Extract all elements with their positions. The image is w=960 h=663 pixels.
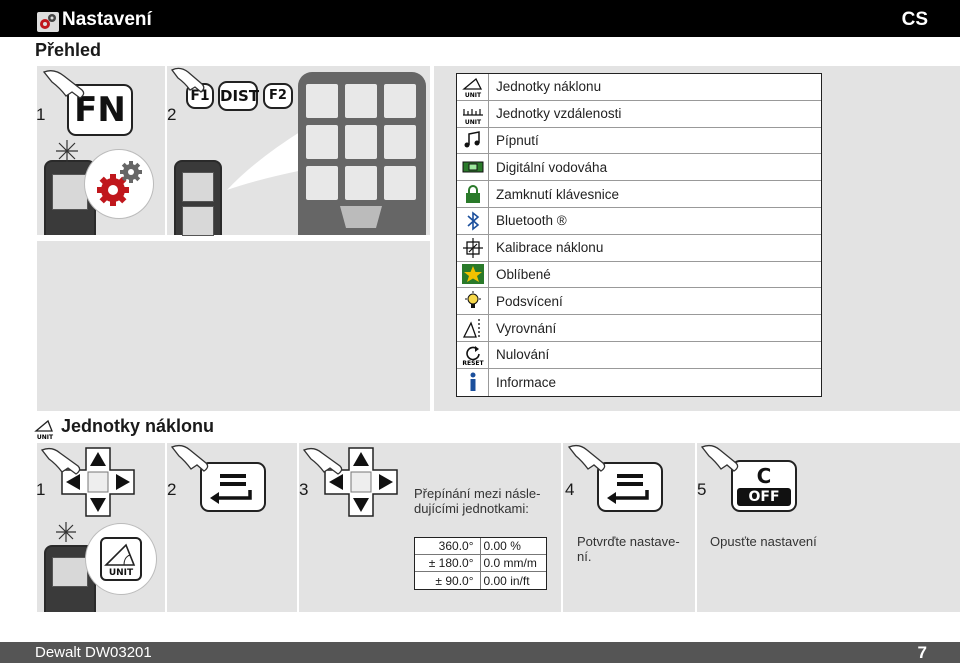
unit-key[interactable]: UNIT <box>100 537 142 581</box>
distance-unit-icon: UNIT <box>457 100 489 127</box>
finger-icon <box>40 447 81 475</box>
menu-item[interactable]: Vyrovnání <box>457 315 821 342</box>
overview-heading: Přehled <box>35 40 102 60</box>
menu-item[interactable]: Informace <box>457 368 821 396</box>
svg-text:RESET: RESET <box>462 360 484 366</box>
star-icon <box>457 261 489 288</box>
page-title: Nastavení <box>62 9 152 30</box>
angle-value: ± 180.0° <box>415 555 481 571</box>
overview-panel-blank <box>37 241 430 411</box>
angle-unit-icon: UNIT <box>34 419 54 440</box>
slope-value: 0.0 mm/m <box>483 556 537 570</box>
menu-item-label: Digitální vodováha <box>496 159 608 175</box>
finger-icon <box>170 444 209 472</box>
menu-item-label: Podsvícení <box>496 293 563 309</box>
angle-value: 360.0° <box>415 538 481 554</box>
unit-key-label: UNIT <box>108 568 134 578</box>
keypad-grid <box>298 72 426 235</box>
tilt-calibration-icon <box>457 234 489 261</box>
settings-callout <box>85 150 153 218</box>
menu-item[interactable]: Zamknutí klávesnice <box>457 181 821 208</box>
f2-key[interactable]: F2 <box>263 83 293 109</box>
device-illustration <box>174 160 222 236</box>
top-bar: Nastavení CS <box>0 0 960 37</box>
menu-item[interactable]: Oblíbené <box>457 261 821 289</box>
svg-text:UNIT: UNIT <box>464 92 481 98</box>
table-row: ± 180.0° 0.0 mm/m <box>415 555 546 572</box>
language-code: CS <box>901 9 928 30</box>
step-number: 4 <box>565 480 575 499</box>
lock-icon <box>457 181 489 207</box>
bulb-icon <box>457 288 489 315</box>
step-number: 2 <box>167 105 177 124</box>
laser-icon <box>56 140 78 162</box>
finger-icon <box>171 67 205 93</box>
menu-item-label: Jednotky náklonu <box>496 79 602 95</box>
finger-icon <box>302 447 343 475</box>
page-number: 7 <box>917 643 927 662</box>
finger-icon <box>567 444 606 472</box>
model-name: Dewalt DW03201 <box>35 644 152 661</box>
menu-item[interactable]: RESET Nulování <box>457 341 821 369</box>
step-number: 1 <box>36 105 46 124</box>
footer-bar: Dewalt DW03201 7 <box>0 642 960 663</box>
menu-item-label: Jednotky vzdálenosti <box>496 106 622 122</box>
off-key-label: OFF <box>737 488 791 506</box>
settings-menu-table: UNIT Jednotky náklonu UNIT Jednotky vzdálen… <box>456 73 822 397</box>
menu-item[interactable]: Bluetooth ® <box>457 207 821 235</box>
units-table: 360.0° 0.00 % ± 180.0° 0.0 mm/m ± 90.0° 0.00 … <box>414 537 547 590</box>
table-row: ± 90.0° 0.00 in/ft <box>415 572 546 589</box>
music-note-icon <box>457 127 489 154</box>
toggle-description: Přepínání mezi násle-dujícími jednotkami… <box>414 486 541 516</box>
settings-gears-icon <box>97 161 142 206</box>
menu-item-label: Oblíbené <box>496 266 551 282</box>
menu-item-label: Vyrovnání <box>496 320 557 336</box>
menu-item[interactable]: UNIT Jednotky náklonu <box>457 74 821 101</box>
reset-icon: RESET <box>457 341 489 368</box>
menu-item[interactable]: Pípnutí <box>457 127 821 155</box>
callout-tail <box>227 130 303 190</box>
step-number: 5 <box>697 480 707 499</box>
svg-text:UNIT: UNIT <box>464 119 481 125</box>
menu-item-label: Pípnutí <box>496 132 539 148</box>
laser-icon <box>56 522 76 542</box>
table-row: 360.0° 0.00 % <box>415 538 546 555</box>
exit-description: Opusťte nastavení <box>710 534 817 549</box>
step-number: 3 <box>299 480 309 499</box>
tilt-units-heading: Jednotky náklonu <box>61 416 215 436</box>
alignment-icon <box>457 315 489 341</box>
info-icon <box>457 368 489 396</box>
menu-item-label: Kalibrace náklonu <box>496 240 604 256</box>
step-number: 2 <box>167 480 177 499</box>
confirm-description: Potvrďte nastave-ní. <box>577 534 680 564</box>
angle-value: ± 90.0° <box>415 572 481 589</box>
menu-item[interactable]: UNIT Jednotky vzdálenosti <box>457 100 821 128</box>
menu-item-label: Informace <box>496 374 557 390</box>
menu-item-label: Bluetooth ® <box>496 213 567 229</box>
angle-unit-icon: UNIT <box>457 74 489 100</box>
dist-key[interactable]: DIST <box>218 81 259 111</box>
finger-icon <box>42 70 85 99</box>
menu-item-label: Nulování <box>496 347 550 363</box>
bluetooth-icon <box>457 207 489 234</box>
svg-text:UNIT: UNIT <box>37 434 54 440</box>
slope-value: 0.00 in/ft <box>483 573 530 588</box>
finger-icon <box>700 444 739 472</box>
menu-item-label: Zamknutí klávesnice <box>496 186 620 202</box>
menu-item[interactable]: Podsvícení <box>457 288 821 316</box>
slope-value: 0.00 % <box>483 539 521 553</box>
menu-item[interactable]: Kalibrace náklonu <box>457 234 821 262</box>
unit-callout: UNIT <box>86 524 156 594</box>
step-number: 1 <box>36 480 46 499</box>
menu-item[interactable]: Digitální vodováha <box>457 154 821 182</box>
settings-gear-icon <box>37 12 59 32</box>
level-icon <box>457 154 489 181</box>
